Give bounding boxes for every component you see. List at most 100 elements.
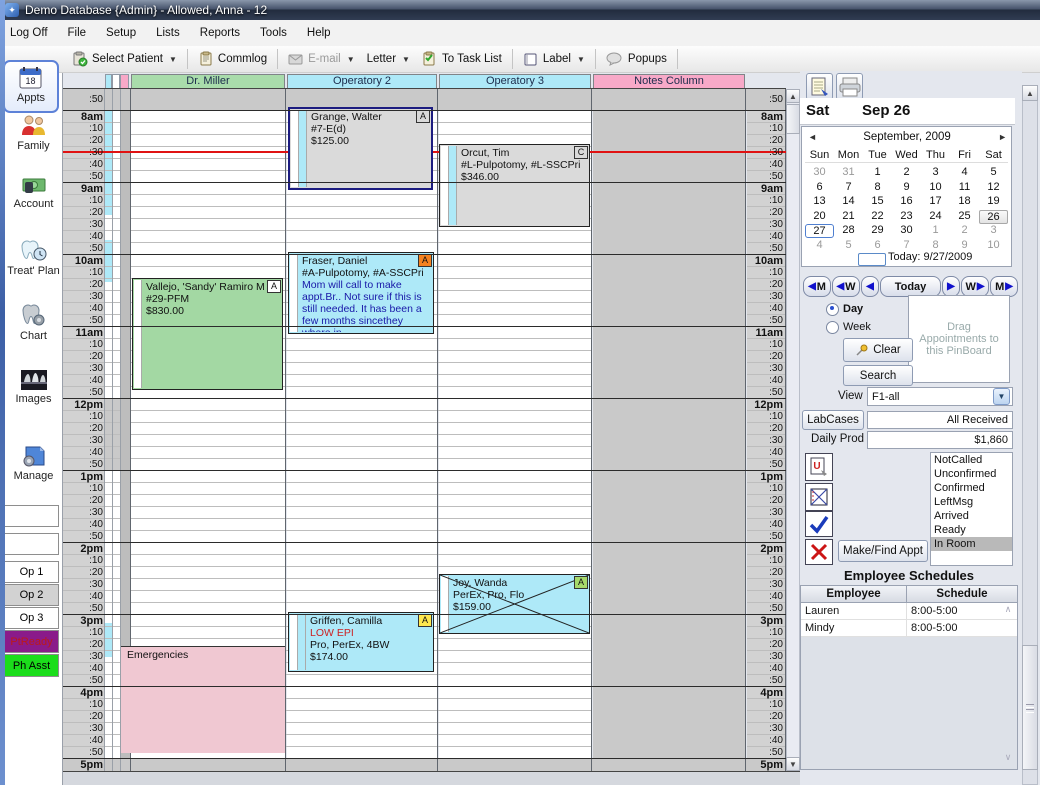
calendar-date[interactable]: 1 — [921, 224, 950, 238]
calendar-date[interactable]: 31 — [834, 166, 863, 180]
toolbar-button-letter[interactable]: Letter▼ — [361, 48, 416, 70]
chevron-down-icon[interactable]: ▼ — [402, 55, 410, 64]
calendar-date[interactable]: 13 — [805, 195, 834, 209]
chevron-down-icon[interactable]: ▼ — [169, 55, 177, 64]
sidebar-item-images[interactable]: Images — [5, 368, 62, 416]
calendar-date[interactable]: 3 — [979, 224, 1008, 238]
op-button-op-3[interactable]: Op 3 — [4, 607, 59, 629]
calendar-date[interactable]: 22 — [863, 210, 892, 224]
toolbar-button-popups[interactable]: Popups — [600, 48, 673, 70]
status-item-notcalled[interactable]: NotCalled — [931, 453, 1012, 467]
calendar-date[interactable]: 2 — [950, 224, 979, 238]
calendar-date[interactable]: 28 — [834, 224, 863, 238]
menu-item-reports[interactable]: Reports — [190, 23, 250, 43]
calendar-date[interactable]: 7 — [834, 181, 863, 195]
delete-appointment-button[interactable] — [805, 539, 833, 565]
op-button-ptready[interactable]: PtReady — [4, 630, 59, 653]
calendar-date[interactable]: 29 — [863, 224, 892, 238]
op-button-op-2[interactable]: Op 2 — [4, 584, 59, 606]
appointment-griffen[interactable]: Griffen, CamillaLOW EPIPro, PerEx, 4BW$1… — [288, 612, 434, 672]
menu-item-setup[interactable]: Setup — [96, 23, 146, 43]
emergencies-block[interactable]: Emergencies — [121, 646, 285, 753]
status-item-ready[interactable]: Ready — [931, 523, 1012, 537]
calendar-date[interactable]: 5 — [834, 239, 863, 253]
nav-back-w-button[interactable]: ◀W — [832, 276, 860, 297]
nav-back-m-button[interactable]: ◀M — [803, 276, 831, 297]
appointment-vallejo[interactable]: Vallejo, 'Sandy' Ramiro M#29-PFM$830.00A — [132, 278, 283, 390]
calendar-date[interactable]: 6 — [805, 181, 834, 195]
schedule-scroll-up-button[interactable]: ▲ — [786, 89, 800, 103]
calendar-date[interactable]: 18 — [950, 195, 979, 209]
right-panel-scrollbar-thumb[interactable] — [1022, 645, 1038, 770]
employee-schedule-row[interactable]: Mindy8:00-5:00 — [801, 620, 1017, 637]
chevron-down-icon[interactable]: ▼ — [577, 55, 585, 64]
nav-today-button[interactable]: Today — [880, 276, 941, 297]
calendar-date[interactable]: 2 — [892, 166, 921, 180]
calendar-date[interactable]: 15 — [863, 195, 892, 209]
calendar-date[interactable]: 14 — [834, 195, 863, 209]
op-button-blank[interactable] — [4, 533, 59, 555]
calendar-date[interactable]: 9 — [892, 181, 921, 195]
appointment-orcut[interactable]: Orcut, Tim#L-Pulpotomy, #L-SSCPri$346.00… — [439, 144, 590, 227]
nav-forward-m-button[interactable]: M▶ — [990, 276, 1018, 297]
toolbar-button-e-mail[interactable]: E-mail▼ — [282, 48, 361, 70]
calendar-next-arrow[interactable]: ► — [995, 132, 1007, 144]
sidebar-item-treatplan[interactable]: Treat' Plan — [5, 238, 62, 286]
status-item-confirmed[interactable]: Confirmed — [931, 481, 1012, 495]
sidebar-item-manage[interactable]: Manage — [5, 443, 62, 491]
status-item-leftmsg[interactable]: LeftMsg — [931, 495, 1012, 509]
appointment-grange[interactable]: Grange, Walter#7-E(d)$125.00A — [288, 107, 433, 190]
schedule-scroll-down-button[interactable]: ▼ — [786, 757, 800, 771]
op-button-op-1[interactable]: Op 1 — [4, 561, 59, 583]
right-panel-scroll-up-button[interactable]: ▲ — [1022, 85, 1038, 101]
calendar-date[interactable]: 12 — [979, 181, 1008, 195]
schedule-scrollbar-thumb[interactable] — [786, 104, 800, 134]
calendar-date[interactable]: 5 — [979, 166, 1008, 180]
status-item-unconfirmed[interactable]: Unconfirmed — [931, 467, 1012, 481]
column-header-operatory-3[interactable]: Operatory 3 — [439, 74, 591, 89]
calendar-date[interactable]: 11 — [950, 181, 979, 195]
employee-schedule-row[interactable]: Lauren8:00-5:00 — [801, 603, 1017, 620]
calendar-date[interactable]: 19 — [979, 195, 1008, 209]
appointment-joy[interactable]: Joy, WandaPerEx, Pro, Flo$159.00A — [439, 574, 590, 634]
print-schedule-button[interactable] — [836, 73, 863, 100]
toolbar-button-to-task-list[interactable]: To Task List — [416, 48, 508, 70]
op-button-ph-asst[interactable]: Ph Asst — [4, 654, 59, 677]
toolbar-button-commlog[interactable]: Commlog — [192, 48, 273, 70]
schedule-column-body-3[interactable] — [593, 89, 745, 771]
calendar-date[interactable]: 16 — [892, 195, 921, 209]
calendar-date[interactable]: 3 — [921, 166, 950, 180]
calendar-prev-arrow[interactable]: ◄ — [808, 132, 820, 144]
calendar-date[interactable]: 4 — [805, 239, 834, 253]
calendar-date[interactable]: 21 — [834, 210, 863, 224]
toolbar-button-label[interactable]: Label▼ — [517, 48, 591, 70]
toolbar-button-select-patient[interactable]: Select Patient▼ — [66, 48, 183, 70]
column-header-notes-column[interactable]: Notes Column — [593, 74, 745, 89]
calendar-date[interactable]: 24 — [921, 210, 950, 224]
confirm-check-button[interactable] — [805, 511, 833, 537]
appointment-fraser[interactable]: Fraser, Daniel#A-Pulpotomy, #A-SSCPriMom… — [288, 252, 434, 334]
status-item-arrived[interactable]: Arrived — [931, 509, 1012, 523]
calendar-date[interactable]: 17 — [921, 195, 950, 209]
table-scroll-up-icon[interactable]: ∧ — [1001, 604, 1015, 618]
sidebar-item-appts[interactable]: 18Appts — [3, 60, 59, 113]
search-button[interactable]: Search — [843, 365, 913, 386]
op-button-blank[interactable] — [4, 505, 59, 527]
make-find-appt-button[interactable]: Make/Find Appt — [838, 540, 928, 562]
calendar-date[interactable]: 25 — [950, 210, 979, 224]
calendar-date[interactable]: 30 — [892, 224, 921, 238]
nav-forward-w-button[interactable]: W▶ — [961, 276, 989, 297]
chevron-down-icon[interactable]: ▼ — [347, 55, 355, 64]
menu-item-help[interactable]: Help — [297, 23, 341, 43]
calendar-date[interactable]: 8 — [863, 181, 892, 195]
calendar-date[interactable]: 4 — [950, 166, 979, 180]
nav-forward-day-button[interactable]: ▶ — [942, 276, 960, 297]
menu-item-file[interactable]: File — [58, 23, 97, 43]
menu-item-lists[interactable]: Lists — [146, 23, 190, 43]
sidebar-item-account[interactable]: Account — [5, 173, 62, 221]
column-header-operatory-2[interactable]: Operatory 2 — [287, 74, 437, 89]
calendar-date[interactable]: 30 — [805, 166, 834, 180]
unscheduled-list-button[interactable]: U — [805, 453, 833, 481]
schedule-scrollbar-track[interactable] — [786, 89, 800, 771]
view-select[interactable]: F1-all▼ — [867, 387, 1013, 406]
